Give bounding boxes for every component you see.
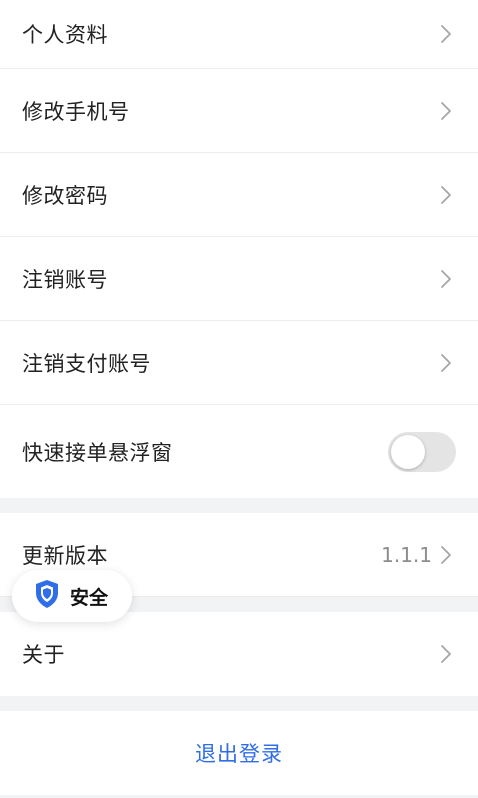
chevron-right-icon bbox=[436, 24, 456, 44]
settings-group-about: 关于 bbox=[0, 612, 478, 696]
row-profile[interactable]: 个人资料 bbox=[0, 0, 478, 69]
row-profile-label: 个人资料 bbox=[22, 23, 108, 47]
toggle-knob bbox=[391, 434, 425, 469]
security-badge[interactable]: 安全 bbox=[12, 570, 132, 622]
row-cancel-account-label: 注销账号 bbox=[22, 267, 108, 292]
security-badge-label: 安全 bbox=[70, 586, 109, 609]
section-gap bbox=[0, 696, 478, 711]
version-value: 1.1.1 bbox=[381, 542, 432, 567]
row-about-label: 关于 bbox=[22, 643, 65, 667]
row-change-password-label: 修改密码 bbox=[22, 183, 108, 208]
row-change-phone[interactable]: 修改手机号 bbox=[0, 69, 478, 153]
chevron-right-icon bbox=[436, 545, 456, 565]
settings-group-account: 个人资料 修改手机号 修改密码 注销账号 注销支付账号 快速接单悬浮窗 bbox=[0, 0, 478, 498]
row-floating-window: 快速接单悬浮窗 bbox=[0, 405, 478, 498]
chevron-right-icon bbox=[436, 644, 456, 664]
section-gap bbox=[0, 498, 478, 513]
settings-screen: 个人资料 修改手机号 修改密码 注销账号 注销支付账号 快速接单悬浮窗 更新版本… bbox=[0, 0, 478, 798]
row-cancel-payment-account-label: 注销支付账号 bbox=[22, 351, 151, 376]
row-change-phone-label: 修改手机号 bbox=[22, 99, 130, 124]
chevron-right-icon bbox=[436, 101, 456, 121]
floating-window-toggle[interactable] bbox=[388, 431, 456, 472]
row-update-version-label: 更新版本 bbox=[22, 543, 108, 568]
row-cancel-account[interactable]: 注销账号 bbox=[0, 237, 478, 321]
chevron-right-icon bbox=[436, 185, 456, 205]
row-change-password[interactable]: 修改密码 bbox=[0, 153, 478, 237]
logout-button[interactable]: 退出登录 bbox=[0, 711, 478, 795]
row-floating-window-label: 快速接单悬浮窗 bbox=[22, 440, 173, 465]
chevron-right-icon bbox=[436, 353, 456, 373]
shield-icon bbox=[34, 579, 60, 613]
row-cancel-payment-account[interactable]: 注销支付账号 bbox=[0, 321, 478, 405]
chevron-right-icon bbox=[436, 269, 456, 289]
row-about[interactable]: 关于 bbox=[0, 612, 478, 696]
